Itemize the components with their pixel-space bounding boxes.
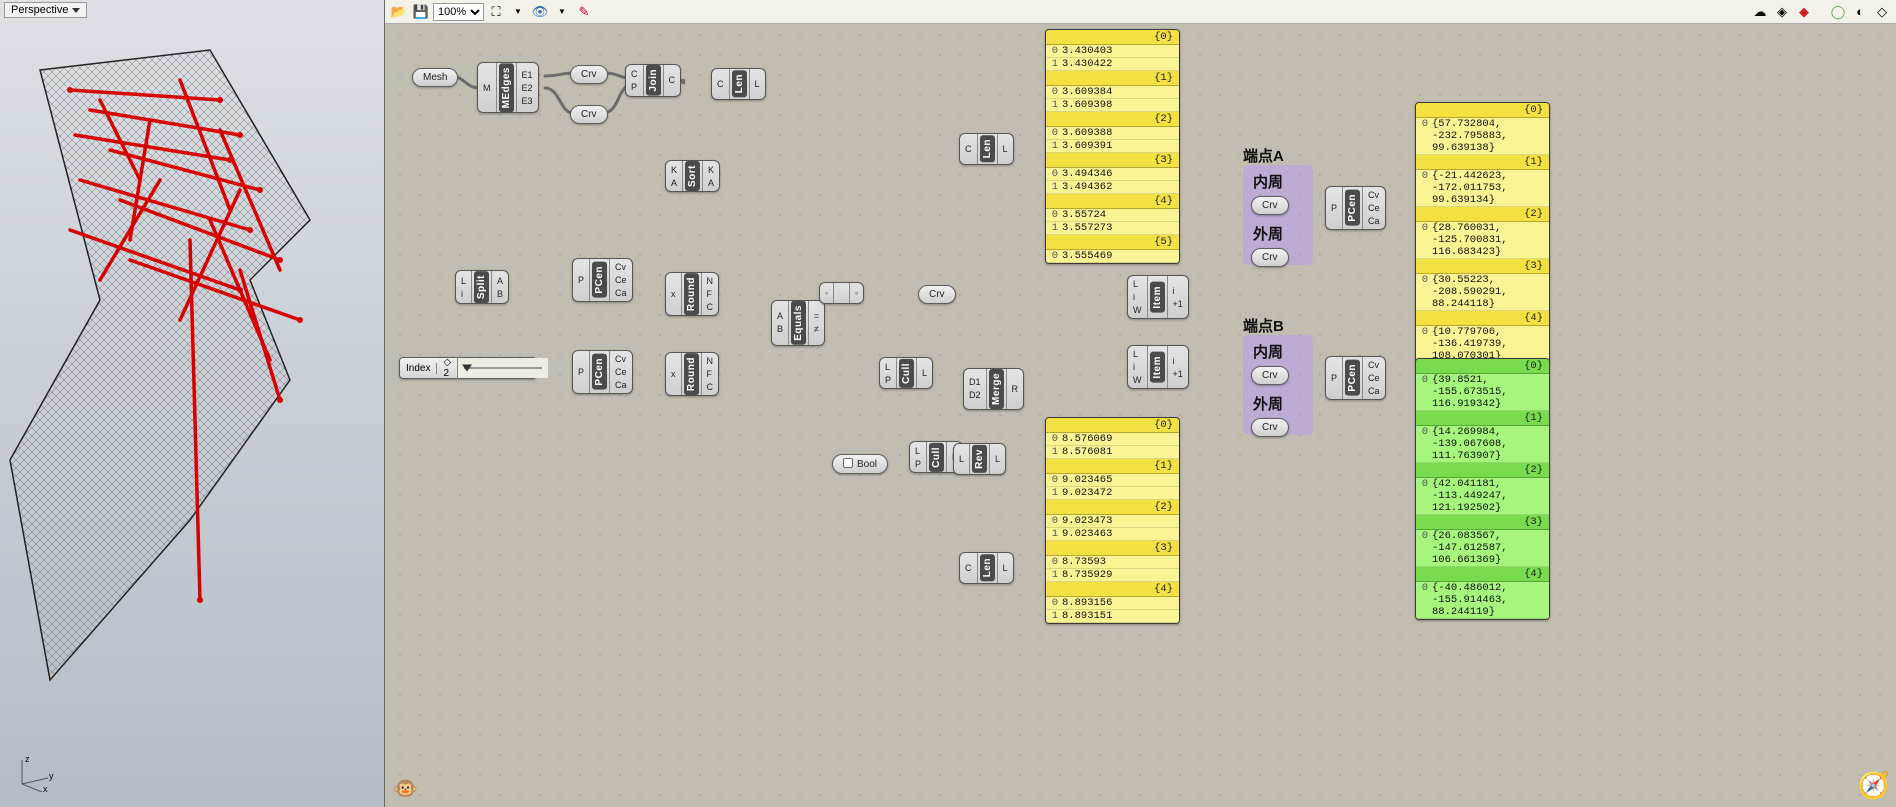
canvas-toolbar: 📂 💾 100% ⛶ ▼ 👁 ▼ ✎ ☁ ◈ ◆ ◯ ◐ ◇ (385, 0, 1896, 24)
svg-text:x: x (43, 784, 48, 792)
comp-round[interactable]: x Round NFC (665, 272, 719, 316)
comp-polygon-center[interactable]: P PCen CvCeCa (572, 350, 633, 394)
panel-lengths-a[interactable]: {0}03.43040313.430422{1}03.60938413.6093… (1045, 29, 1180, 264)
comp-length[interactable]: C Len L (959, 133, 1014, 165)
label-outer: 外周 (1253, 223, 1303, 244)
label-inner: 内周 (1253, 341, 1303, 362)
relay[interactable]: ◦ ◦ (819, 282, 864, 304)
param-curve[interactable]: Crv (570, 105, 608, 124)
comp-cull[interactable]: LP Cull L (879, 357, 933, 389)
comp-sort[interactable]: KA Sort KA (665, 160, 720, 192)
label-outer: 外周 (1253, 393, 1303, 414)
param-curve[interactable]: Crv (1251, 248, 1289, 267)
slider-label: Index (400, 363, 437, 374)
sketch-icon[interactable]: ✎ (574, 2, 594, 22)
viewport-title[interactable]: Perspective (4, 2, 87, 18)
panel-points-b[interactable]: {0}0{39.8521, -155.673515, 116.919342}{1… (1415, 358, 1550, 620)
comp-reverse[interactable]: L Rev L (953, 443, 1006, 475)
param-curve[interactable]: Crv (1251, 196, 1289, 215)
group-title: 端点B (1243, 315, 1284, 336)
comp-length[interactable]: C Len L (711, 68, 766, 100)
axis-gizmo: z y x (14, 752, 54, 795)
viewport-title-label: Perspective (11, 4, 68, 16)
panel-points-a[interactable]: {0}0{57.732804, -232.795883, 99.639138}{… (1415, 102, 1550, 364)
preview-mesh-icon[interactable]: ◇ (1872, 2, 1892, 22)
comp-polygon-center[interactable]: P PCen CvCeCa (572, 258, 633, 302)
viewport-geometry (0, 40, 360, 740)
comp-polygon-center[interactable]: P PCen CvCeCa (1325, 356, 1386, 400)
cloud-icon[interactable]: ☁ (1750, 2, 1770, 22)
preview-off-icon[interactable]: ◯ (1828, 2, 1848, 22)
comp-split[interactable]: Li Split AB (455, 270, 509, 304)
svg-text:z: z (25, 754, 30, 764)
slider-value: ◇ 2 (437, 357, 458, 379)
save-icon[interactable]: 💾 (411, 2, 431, 22)
comp-merge[interactable]: D1D2 Merge R (963, 368, 1024, 410)
param-curve[interactable]: Crv (1251, 418, 1289, 437)
open-icon[interactable]: 📂 (389, 2, 409, 22)
rhino-viewport[interactable]: Perspective z y x (0, 0, 385, 807)
group-title: 端点A (1243, 145, 1284, 166)
zoom-select[interactable]: 100% (433, 3, 484, 21)
comp-join[interactable]: CP Join C (625, 64, 681, 97)
param-curve[interactable]: Crv (918, 285, 956, 304)
shaded-icon[interactable]: ◆ (1794, 2, 1814, 22)
group-endpoint-a[interactable]: 端点A 内周 Crv 外周 Crv (1243, 165, 1313, 265)
comp-polygon-center[interactable]: P PCen CvCeCa (1325, 186, 1386, 230)
zoom-extents-icon[interactable]: ⛶ (486, 2, 506, 22)
comp-equals[interactable]: AB Equals =≠ (771, 300, 825, 346)
param-curve[interactable]: Crv (1251, 366, 1289, 385)
grasshopper-canvas[interactable]: 📂 💾 100% ⛶ ▼ 👁 ▼ ✎ ☁ ◈ ◆ ◯ ◐ ◇ (385, 0, 1896, 807)
dropdown-icon[interactable]: ▼ (508, 2, 528, 22)
comp-list-item[interactable]: LiW Item i+1 (1127, 275, 1189, 319)
slider-track[interactable] (458, 358, 548, 378)
group-endpoint-b[interactable]: 端点B 内周 Crv 外周 Crv (1243, 335, 1313, 435)
compass-icon[interactable]: 🧭 (1858, 770, 1890, 801)
comp-list-item[interactable]: LiW Item i+1 (1127, 345, 1189, 389)
preview-selected-icon[interactable]: ◐ (1850, 2, 1870, 22)
dropdown-icon (72, 8, 80, 13)
param-curve[interactable]: Crv (570, 65, 608, 84)
param-mesh[interactable]: Mesh (412, 68, 458, 87)
comp-mesh-edges[interactable]: M MEdges E1E2E3 (477, 62, 539, 113)
wireframe-icon[interactable]: ◈ (1772, 2, 1792, 22)
comp-round[interactable]: x Round NFC (665, 352, 719, 396)
preview-icon[interactable]: 👁 (530, 2, 550, 22)
panel-lengths-b[interactable]: {0}08.57606918.576081{1}09.02346519.0234… (1045, 417, 1180, 624)
label-inner: 内周 (1253, 171, 1303, 192)
param-bool[interactable]: Bool (832, 454, 888, 474)
dropdown-icon[interactable]: ▼ (552, 2, 572, 22)
svg-text:y: y (49, 771, 54, 781)
gumball-icon[interactable]: 🐵 (393, 776, 418, 801)
comp-length[interactable]: C Len L (959, 552, 1014, 584)
number-slider[interactable]: Index ◇ 2 (399, 357, 537, 379)
